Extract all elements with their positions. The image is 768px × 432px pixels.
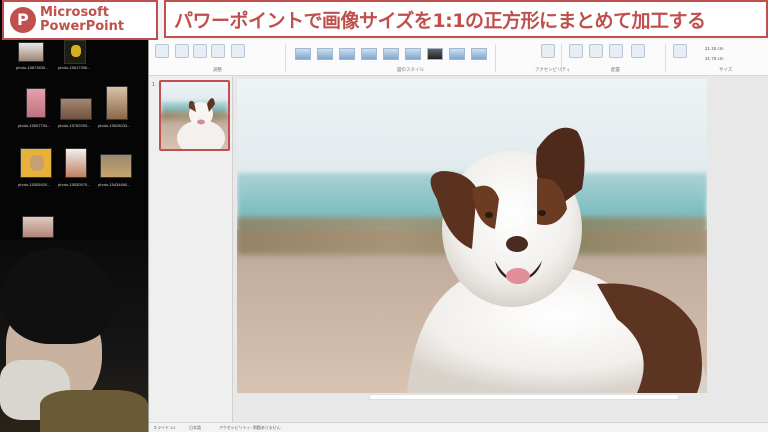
- height-field[interactable]: 21.15 cm: [705, 46, 724, 51]
- slide-thumbnail[interactable]: [159, 80, 230, 151]
- picture-style-swatch[interactable]: [383, 48, 399, 60]
- align-button[interactable]: [631, 44, 645, 58]
- dog-illustration: [407, 127, 707, 393]
- picture-style-swatch[interactable]: [471, 48, 487, 60]
- app-name-line1: Microsoft: [40, 5, 109, 20]
- file-thumbnail[interactable]: [106, 86, 128, 120]
- corrections-button[interactable]: [175, 44, 189, 58]
- picture-style-swatch[interactable]: [427, 48, 443, 60]
- file-thumbnail[interactable]: [60, 98, 92, 120]
- presenter-webcam: [0, 240, 148, 432]
- video-title: パワーポイントで画像サイズを1:1の正方形にまとめて加工する: [174, 9, 706, 32]
- picture-style-swatch[interactable]: [339, 48, 355, 60]
- file-label: photo-15530570...: [58, 182, 91, 187]
- slide-number: 1: [152, 82, 155, 88]
- ribbon-group-label: 調整: [213, 67, 222, 72]
- file-label: photo-15762093...: [58, 123, 91, 128]
- ribbon-group-label: アクセシビリティ: [535, 67, 571, 72]
- file-label: photo-15507794...: [18, 123, 51, 128]
- width-field[interactable]: 31.75 cm: [705, 56, 724, 61]
- picture-format-ribbon: 調整 図のスタイル アクセシビリティ 配置 21.15 cm 31.75 cm …: [149, 40, 768, 76]
- app-name-line2: PowerPoint: [40, 19, 125, 34]
- ribbon-group-label: 配置: [611, 67, 620, 72]
- picture-style-swatch[interactable]: [405, 48, 421, 60]
- file-label: photo-15528033...: [98, 123, 131, 128]
- transparency-button[interactable]: [231, 44, 245, 58]
- notes-divider[interactable]: [369, 394, 679, 400]
- file-label: photo-15434660...: [98, 182, 131, 187]
- ribbon-group-label: 図のスタイル: [397, 67, 424, 72]
- crop-button[interactable]: [673, 44, 687, 58]
- editing-area: 1: [149, 76, 768, 422]
- bring-forward-button[interactable]: [569, 44, 583, 58]
- video-title-banner: パワーポイントで画像サイズを1:1の正方形にまとめて加工する: [164, 0, 768, 38]
- alt-text-button[interactable]: [541, 44, 555, 58]
- file-thumbnail[interactable]: [100, 154, 132, 178]
- color-button[interactable]: [193, 44, 207, 58]
- selection-pane-button[interactable]: [609, 44, 623, 58]
- picture-style-swatch[interactable]: [361, 48, 377, 60]
- slide-thumbnail-panel: 1: [149, 76, 233, 422]
- powerpoint-icon: P: [10, 7, 36, 33]
- dog-photo[interactable]: [237, 79, 707, 393]
- file-thumbnail[interactable]: [64, 40, 86, 64]
- status-bar: スライド 1/1 日本語 アクセシビリティ: 問題ありません: [149, 422, 768, 432]
- remove-background-button[interactable]: [155, 44, 169, 58]
- send-backward-button[interactable]: [589, 44, 603, 58]
- file-thumbnail[interactable]: [22, 216, 54, 238]
- file-label: photo-15617396...: [58, 65, 91, 70]
- screen: photo-15673830... photo-15617396... phot…: [0, 0, 768, 432]
- powerpoint-window: 調整 図のスタイル アクセシビリティ 配置 21.15 cm 31.75 cm …: [148, 0, 768, 432]
- picture-style-swatch[interactable]: [449, 48, 465, 60]
- file-label: photo-15673830...: [16, 65, 49, 70]
- file-thumbnail[interactable]: [20, 148, 52, 178]
- file-thumbnail[interactable]: [18, 42, 44, 62]
- file-thumbnail[interactable]: [26, 88, 46, 118]
- powerpoint-logo-badge: P Microsoft PowerPoint: [2, 0, 158, 40]
- ribbon-group-label: サイズ: [719, 67, 733, 72]
- accessibility-status[interactable]: アクセシビリティ: 問題ありません: [219, 425, 281, 431]
- artistic-effects-button[interactable]: [211, 44, 225, 58]
- language-indicator[interactable]: 日本語: [189, 425, 201, 431]
- picture-style-swatch[interactable]: [317, 48, 333, 60]
- slide-count: スライド 1/1: [153, 425, 176, 430]
- file-thumbnail[interactable]: [65, 148, 87, 178]
- file-label: photo-15305920...: [18, 182, 51, 187]
- slide-canvas[interactable]: [237, 79, 707, 393]
- picture-style-swatch[interactable]: [295, 48, 311, 60]
